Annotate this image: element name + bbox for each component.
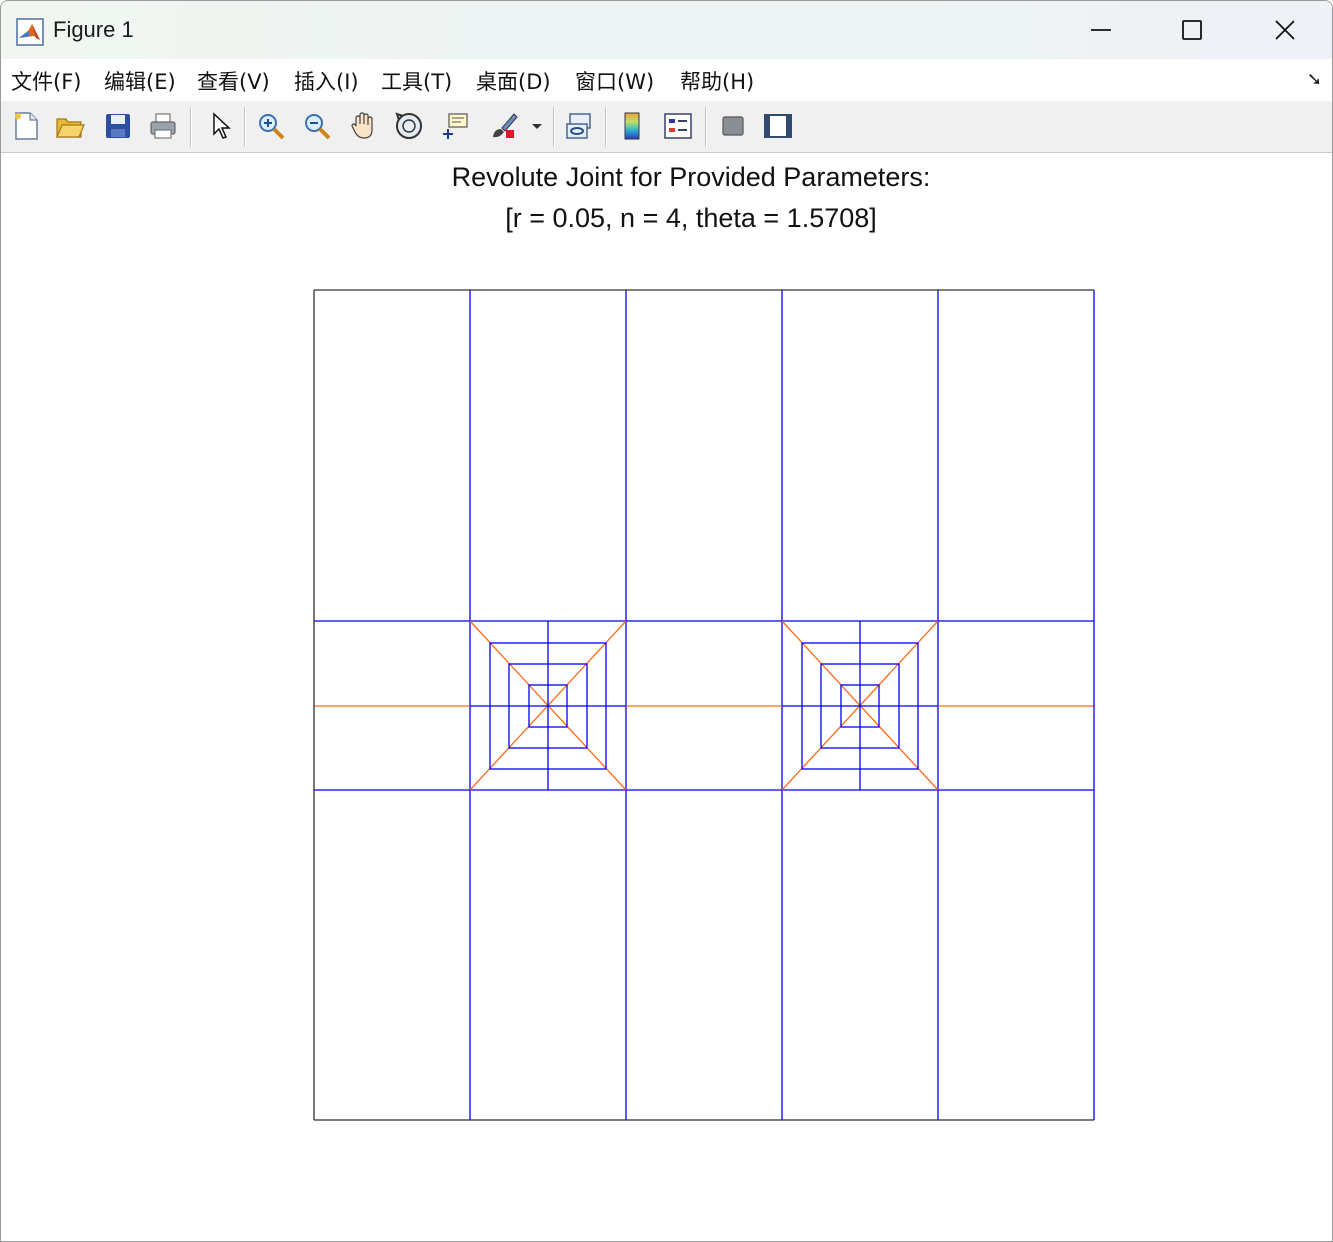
figure-window: Figure 1 文件(F) 编辑(E) 查看(V) 插入(I) 工具(T) 桌… (0, 0, 1333, 1242)
plot-canvas[interactable] (1, 1, 1332, 1241)
